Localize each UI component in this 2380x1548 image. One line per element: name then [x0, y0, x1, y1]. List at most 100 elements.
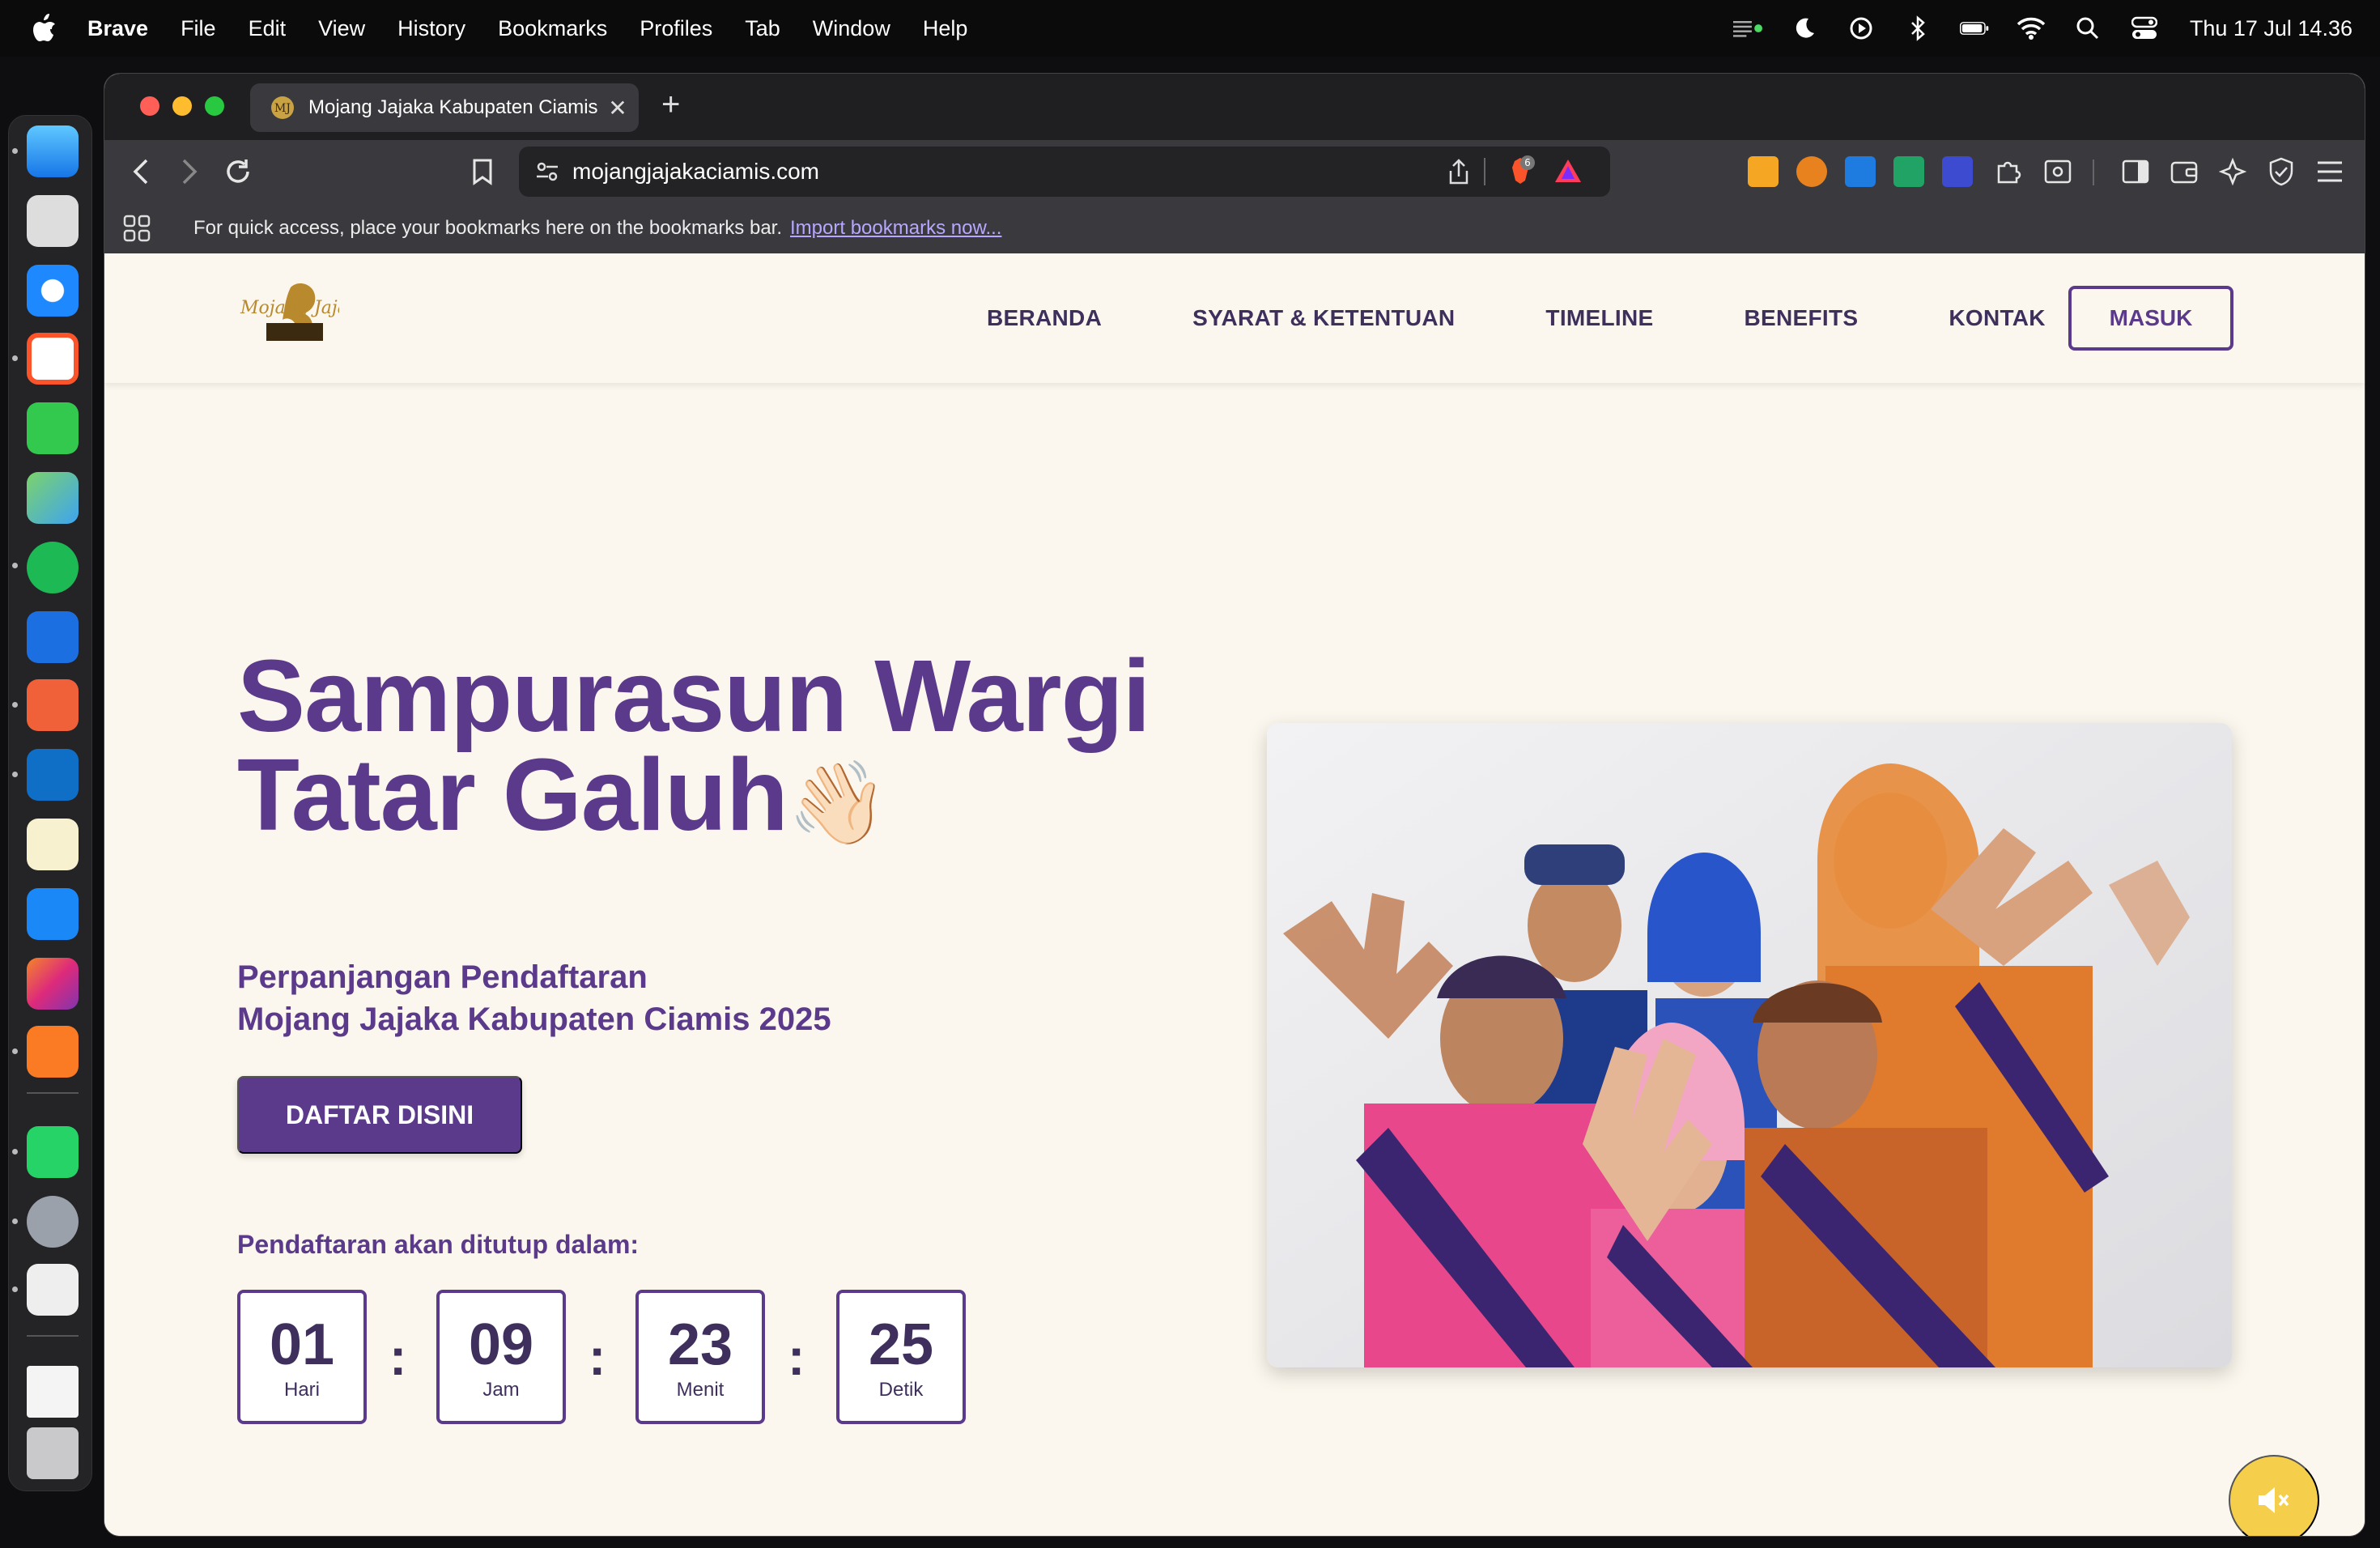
menu-bookmarks[interactable]: Bookmarks — [498, 16, 607, 41]
bookmark-icon[interactable] — [465, 155, 499, 189]
subtitle-line1: Perpanjangan Pendaftaran — [237, 959, 648, 995]
hero-subtitle: Perpanjangan Pendaftaran Mojang Jajaka K… — [237, 956, 1047, 1040]
countdown-days-unit: Hari — [283, 1379, 320, 1401]
reader-mode-icon[interactable] — [2041, 155, 2075, 189]
menu-tab[interactable]: Tab — [745, 16, 780, 41]
close-tab-icon[interactable]: ✕ — [601, 95, 634, 121]
app-store-icon[interactable] — [27, 888, 79, 940]
new-tab-icon[interactable]: + — [661, 87, 680, 123]
countdown-days-value: 01 — [269, 1312, 335, 1377]
dock-running-dot — [12, 1218, 18, 1224]
share-icon[interactable] — [1447, 158, 1471, 185]
sidebar-toggle-icon[interactable] — [2119, 155, 2153, 189]
mute-audio-button[interactable] — [2229, 1455, 2319, 1536]
countdown-seconds: 25 Detik — [836, 1290, 966, 1424]
hero-group-photo — [1267, 723, 2232, 1367]
site-logo[interactable]: Mojang Jajaka — [234, 276, 339, 357]
spotify-icon[interactable] — [27, 542, 79, 593]
browser-window: MJ Mojang Jajaka Kabupaten Ciamis ✕ + mo… — [104, 73, 2365, 1537]
apps-grid-icon[interactable] — [122, 214, 151, 243]
control-center-icon[interactable] — [2130, 14, 2159, 43]
messages-icon[interactable] — [27, 402, 79, 454]
close-window-button[interactable] — [140, 96, 159, 116]
countdown-minutes: 23 Menit — [635, 1290, 765, 1424]
extension-grid-icon[interactable] — [1748, 156, 1779, 187]
countdown-separator: : — [589, 1328, 606, 1386]
menu-file[interactable]: File — [181, 16, 216, 41]
whatsapp-icon[interactable] — [27, 1126, 79, 1178]
vpn-shield-icon[interactable] — [2264, 155, 2298, 189]
nav-beranda[interactable]: BERANDA — [987, 305, 1102, 331]
extensions-puzzle-icon[interactable] — [1991, 155, 2025, 189]
brave-icon[interactable] — [27, 333, 79, 385]
menu-profiles[interactable]: Profiles — [640, 16, 712, 41]
countdown-seconds-unit: Detik — [878, 1379, 924, 1401]
spotlight-search-icon[interactable] — [2073, 14, 2102, 43]
safari-icon[interactable] — [27, 265, 79, 317]
launchpad-icon[interactable] — [27, 195, 79, 247]
dock-separator — [27, 1092, 79, 1094]
xampp-icon[interactable] — [27, 1026, 79, 1078]
bluetooth-icon[interactable] — [1903, 14, 1932, 43]
nav-timeline[interactable]: TIMELINE — [1545, 305, 1653, 331]
back-icon[interactable] — [124, 155, 158, 189]
countdown-hours-unit: Jam — [482, 1379, 520, 1401]
wallet-icon[interactable] — [2167, 155, 2201, 189]
trash-icon[interactable] — [27, 1427, 79, 1479]
macos-dock — [8, 115, 92, 1491]
minimize-window-button[interactable] — [172, 96, 192, 116]
moon-icon[interactable] — [1790, 14, 1819, 43]
address-bar[interactable]: mojangjajakaciamis.com 6 — [519, 147, 1610, 197]
sequel-ace-icon[interactable] — [27, 1264, 79, 1316]
metamask-icon[interactable] — [1796, 156, 1827, 187]
countdown-minutes-value: 23 — [667, 1312, 733, 1377]
register-button[interactable]: DAFTAR DISINI — [237, 1076, 522, 1154]
menu-edit[interactable]: Edit — [249, 16, 287, 41]
tab-active[interactable]: MJ Mojang Jajaka Kabupaten Ciamis ✕ — [250, 83, 639, 132]
shields-count: 6 — [1524, 157, 1531, 168]
wifi-icon[interactable] — [2017, 14, 2046, 43]
login-button[interactable]: MASUK — [2068, 286, 2233, 351]
nav-syarat-ketentuan[interactable]: SYARAT & KETENTUAN — [1192, 305, 1455, 331]
dock-running-dot — [12, 148, 18, 154]
pen-app-icon[interactable] — [27, 679, 79, 731]
nav-kontak[interactable]: KONTAK — [1949, 305, 2046, 331]
leo-ai-icon[interactable] — [2216, 155, 2250, 189]
maps-icon[interactable] — [27, 472, 79, 524]
dock-running-dot — [12, 355, 18, 361]
logo-text: Mojang Jajaka — [240, 298, 339, 318]
forward-icon[interactable] — [172, 155, 206, 189]
dock-running-dot — [12, 1286, 18, 1292]
vscode-icon[interactable] — [27, 749, 79, 801]
xcode-icon[interactable] — [27, 611, 79, 663]
reload-icon[interactable] — [221, 155, 255, 189]
menu-help[interactable]: Help — [923, 16, 968, 41]
extension-fi-icon[interactable] — [1845, 156, 1876, 187]
battery-icon[interactable] — [1959, 14, 1989, 43]
site-settings-icon[interactable] — [535, 159, 559, 184]
nav-benefits[interactable]: BENEFITS — [1744, 305, 1858, 331]
brave-rewards-icon[interactable] — [1553, 158, 1583, 184]
menu-hamburger-icon[interactable] — [2313, 155, 2347, 189]
zoom-window-button[interactable] — [205, 96, 224, 116]
menu-view[interactable]: View — [318, 16, 365, 41]
menu-app-name[interactable]: Brave — [87, 16, 148, 41]
extension-sheet-icon[interactable] — [1893, 156, 1924, 187]
extension-fd-icon[interactable] — [1942, 156, 1973, 187]
recent-window-thumbnail[interactable] — [27, 1366, 79, 1418]
menu-history[interactable]: History — [397, 16, 465, 41]
system-settings-icon[interactable] — [27, 1196, 79, 1248]
finder-icon[interactable] — [27, 125, 79, 177]
play-circle-icon[interactable] — [1847, 14, 1876, 43]
apple-logo-icon[interactable] — [31, 14, 57, 43]
instagram-icon[interactable] — [27, 958, 79, 1010]
tab-bar: MJ Mojang Jajaka Kabupaten Ciamis ✕ + — [104, 74, 2365, 140]
menubar-clock[interactable]: Thu 17 Jul 14.36 — [2190, 16, 2352, 41]
tab-title: Mojang Jajaka Kabupaten Ciamis — [308, 96, 598, 118]
menu-window[interactable]: Window — [813, 16, 890, 41]
import-bookmarks-link[interactable]: Import bookmarks now... — [790, 217, 1001, 240]
notes-icon[interactable] — [27, 819, 79, 870]
audio-meter-icon[interactable] — [1732, 14, 1762, 43]
dock-running-dot — [12, 1149, 18, 1155]
brave-shields-icon[interactable]: 6 — [1500, 153, 1536, 190]
